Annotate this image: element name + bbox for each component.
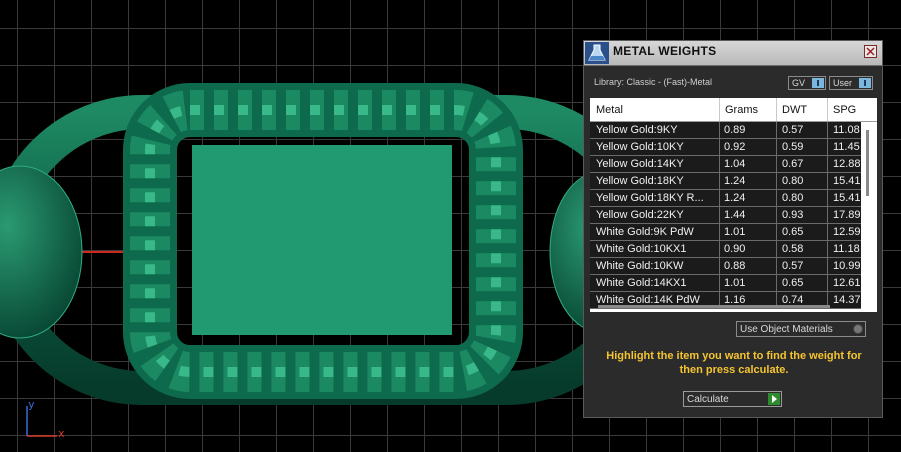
use-object-materials-label: Use Object Materials [740, 324, 833, 335]
table-row[interactable]: White Gold:14KX1 1.01 0.65 12.61 [590, 275, 861, 292]
cell-dwt: 0.65 [782, 277, 804, 289]
column-header-metal[interactable]: Metal [596, 104, 623, 116]
cell-metal: White Gold:10KW [596, 260, 684, 272]
cell-dwt: 0.65 [782, 226, 804, 238]
table-row[interactable]: White Gold:10KW 0.88 0.57 10.99 [590, 258, 861, 275]
use-object-materials-button[interactable]: Use Object Materials [736, 321, 866, 337]
instruction-text: Highlight the item you want to find the … [606, 350, 862, 376]
cell-spg: 14.37 [833, 294, 861, 306]
cell-grams: 1.44 [724, 209, 746, 221]
cell-spg: 11.45 [833, 141, 860, 153]
metal-weights-panel: METAL WEIGHTS Library: Classic - (Fast)-… [583, 40, 883, 418]
cell-metal: White Gold:10KX1 [596, 243, 687, 255]
cell-grams: 1.01 [724, 277, 746, 289]
cell-grams: 0.90 [724, 243, 746, 255]
column-header-spg[interactable]: SPG [833, 104, 856, 116]
toggle-switch-icon [812, 78, 824, 88]
table-header: Metal Grams DWT SPG [590, 98, 877, 122]
cell-metal: Yellow Gold:22KY [596, 209, 684, 221]
cell-dwt: 0.93 [782, 209, 804, 221]
cell-spg: 12.88 [833, 158, 861, 170]
cell-grams: 0.92 [724, 141, 746, 153]
cell-spg: 12.61 [833, 277, 861, 289]
axis-y-label: y [28, 398, 35, 411]
cell-dwt: 0.59 [782, 141, 804, 153]
cell-dwt: 0.80 [782, 175, 804, 187]
table-row[interactable]: White Gold:9K PdW 1.01 0.65 12.59 [590, 224, 861, 241]
metal-table: Metal Grams DWT SPG Yellow Gold:9KY 0.89 0… [590, 98, 877, 312]
cell-metal: Yellow Gold:9KY [596, 124, 678, 136]
cell-grams: 0.88 [724, 260, 746, 272]
calculate-button[interactable]: Calculate [683, 391, 782, 407]
cell-grams: 1.01 [724, 226, 746, 238]
close-button[interactable] [864, 45, 877, 58]
cell-spg: 15.41 [833, 192, 861, 204]
cell-metal: White Gold:9K PdW [596, 226, 694, 238]
column-header-dwt[interactable]: DWT [782, 104, 807, 116]
panel-title: METAL WEIGHTS [613, 44, 717, 58]
user-toggle[interactable]: User [829, 76, 873, 90]
close-icon [866, 47, 875, 56]
cell-metal: Yellow Gold:10KY [596, 141, 684, 153]
table-vertical-scrollbar[interactable] [861, 122, 875, 308]
library-label: Library: Classic - (Fast)-Metal [594, 77, 713, 87]
radio-dot-icon [853, 324, 863, 334]
table-row[interactable]: Yellow Gold:14KY 1.04 0.67 12.88 [590, 156, 861, 173]
table-row[interactable]: White Gold:10KX1 0.90 0.58 11.18 [590, 241, 861, 258]
panel-titlebar[interactable]: METAL WEIGHTS [584, 41, 882, 66]
table-row[interactable]: Yellow Gold:22KY 1.44 0.93 17.89 [590, 207, 861, 224]
cell-grams: 1.24 [724, 192, 746, 204]
cell-grams: 0.89 [724, 124, 746, 136]
cell-spg: 15.41 [833, 175, 861, 187]
cell-metal: Yellow Gold:18KY [596, 175, 684, 187]
cell-grams: 1.04 [724, 158, 746, 170]
cell-dwt: 0.80 [782, 192, 804, 204]
cell-spg: 11.08 [833, 124, 860, 136]
table-row[interactable]: Yellow Gold:10KY 0.92 0.59 11.45 [590, 139, 861, 156]
cell-dwt: 0.57 [782, 124, 804, 136]
table-row[interactable]: Yellow Gold:18KY R... 1.24 0.80 15.41 [590, 190, 861, 207]
table-horizontal-scrollbar[interactable] [598, 305, 830, 308]
toggle-switch-icon [859, 78, 871, 88]
user-toggle-label: User [833, 78, 853, 88]
cell-spg: 17.89 [833, 209, 861, 221]
calculate-label: Calculate [687, 394, 729, 405]
gv-toggle[interactable]: GV [788, 76, 826, 90]
play-icon [768, 393, 780, 405]
cell-spg: 11.18 [833, 243, 860, 255]
scrollbar-thumb[interactable] [866, 130, 869, 196]
cell-spg: 12.59 [833, 226, 861, 238]
cell-metal: White Gold:14KX1 [596, 277, 687, 289]
flask-icon [585, 42, 609, 64]
cell-grams: 1.24 [724, 175, 746, 187]
cell-metal: Yellow Gold:14KY [596, 158, 684, 170]
table-row[interactable]: Yellow Gold:9KY 0.89 0.57 11.08 [590, 122, 861, 139]
table-row[interactable]: Yellow Gold:18KY 1.24 0.80 15.41 [590, 173, 861, 190]
axis-x-label: x [58, 427, 65, 440]
table-body: Yellow Gold:9KY 0.89 0.57 11.08 Yellow Gold… [590, 122, 861, 309]
column-header-grams[interactable]: Grams [725, 104, 758, 116]
gv-toggle-label: GV [792, 78, 806, 88]
cell-dwt: 0.58 [782, 243, 804, 255]
cell-dwt: 0.67 [782, 158, 804, 170]
cell-dwt: 0.57 [782, 260, 804, 272]
cell-spg: 10.99 [833, 260, 861, 272]
cell-metal: Yellow Gold:18KY R... [596, 192, 704, 204]
